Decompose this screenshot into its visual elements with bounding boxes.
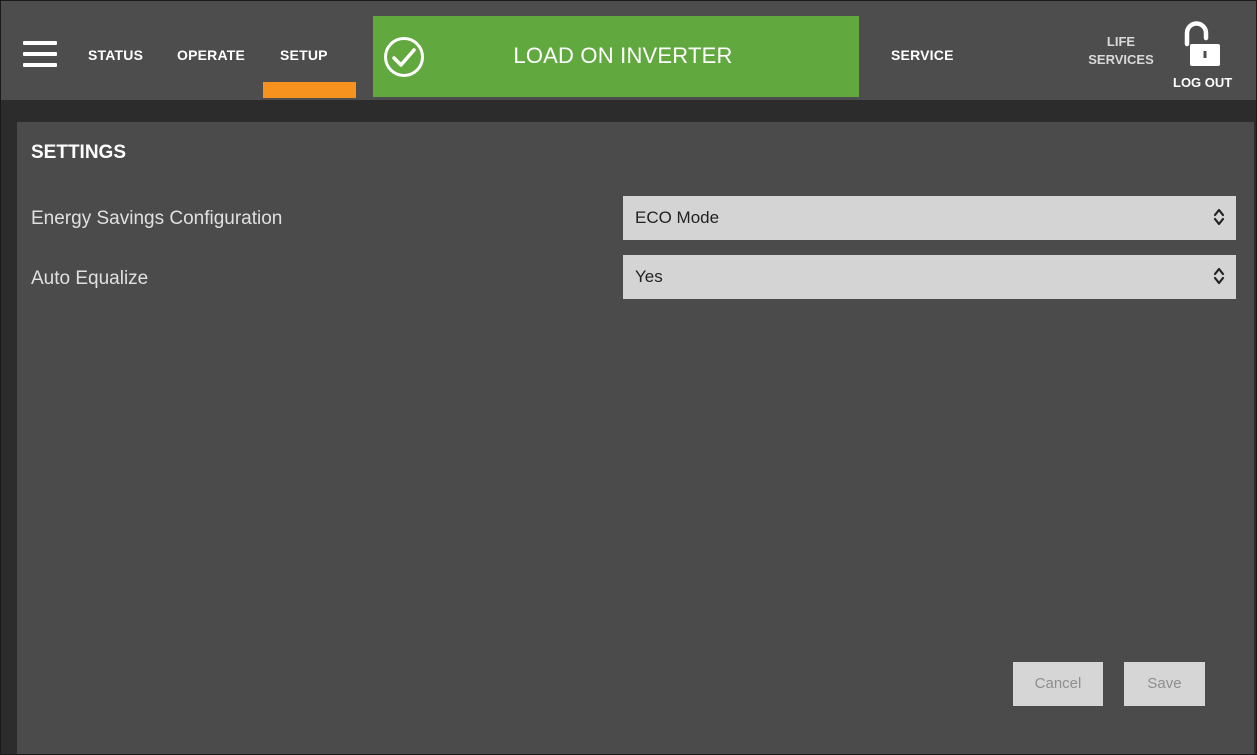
energy-savings-value: ECO Mode [635,208,720,227]
energy-savings-label: Energy Savings Configuration [31,208,283,229]
select-arrows-icon [1213,208,1225,226]
status-banner: LOAD ON INVERTER [373,16,859,97]
top-navigation-bar: STATUS OPERATE SETUP LOAD ON INVERTER SE… [1,1,1256,100]
logout-button[interactable]: LOG OUT [1173,75,1232,90]
nav-status[interactable]: STATUS [88,47,143,63]
nav-operate[interactable]: OPERATE [177,47,245,63]
nav-life-services[interactable]: LIFE SERVICES [1081,33,1161,69]
menu-icon[interactable] [23,41,57,68]
save-button[interactable]: Save [1124,662,1205,706]
auto-equalize-value: Yes [635,267,663,286]
life-services-line1: LIFE [1106,34,1136,49]
energy-savings-select[interactable]: ECO Mode [623,196,1236,240]
unlocked-padlock-icon[interactable] [1181,20,1225,70]
settings-panel: SETTINGS Energy Savings Configuration EC… [17,122,1254,754]
nav-setup[interactable]: SETUP [280,47,328,63]
nav-service[interactable]: SERVICE [891,47,954,63]
select-arrows-icon [1213,267,1225,285]
active-tab-indicator [263,82,356,98]
cancel-button[interactable]: Cancel [1013,662,1103,706]
page-title: SETTINGS [31,142,127,163]
status-banner-text: LOAD ON INVERTER [513,43,733,68]
app-window: STATUS OPERATE SETUP LOAD ON INVERTER SE… [0,0,1257,755]
auto-equalize-select[interactable]: Yes [623,255,1236,299]
life-services-line2: SERVICES [1088,52,1154,67]
auto-equalize-label: Auto Equalize [31,268,149,289]
